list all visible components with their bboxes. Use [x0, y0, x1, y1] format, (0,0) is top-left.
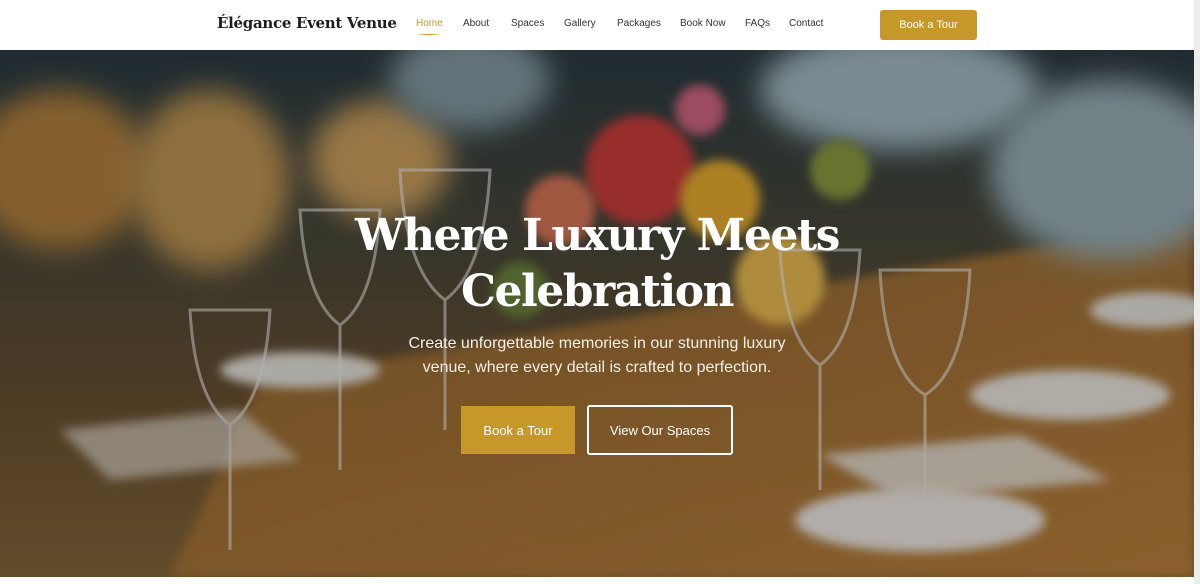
- top-navbar: Élégance Event Venue Home About Spaces G…: [0, 0, 1194, 50]
- nav-link-contact[interactable]: Contact: [789, 18, 823, 29]
- nav-link-home[interactable]: Home: [416, 18, 443, 29]
- brand-logo[interactable]: Élégance Event Venue: [217, 14, 397, 32]
- page-scrollbar[interactable]: [1194, 0, 1200, 584]
- nav-link-packages[interactable]: Packages: [617, 18, 661, 29]
- nav-link-faqs[interactable]: FAQs: [745, 18, 770, 29]
- nav-link-book-now[interactable]: Book Now: [680, 18, 726, 29]
- nav-link-spaces[interactable]: Spaces: [511, 18, 544, 29]
- book-tour-button[interactable]: Book a Tour: [461, 406, 575, 454]
- book-tour-nav-button[interactable]: Book a Tour: [880, 10, 977, 40]
- nav-link-about[interactable]: About: [463, 18, 489, 29]
- view-spaces-button[interactable]: View Our Spaces: [587, 405, 733, 455]
- nav-link-gallery[interactable]: Gallery: [564, 18, 596, 29]
- hero-title: Where Luxury Meets Celebration: [355, 210, 840, 317]
- hero-subtitle: Create unforgettable memories in our stu…: [408, 335, 786, 376]
- hero-section: Where Luxury Meets Celebration Create un…: [0, 50, 1194, 577]
- nav-active-indicator: [418, 32, 440, 35]
